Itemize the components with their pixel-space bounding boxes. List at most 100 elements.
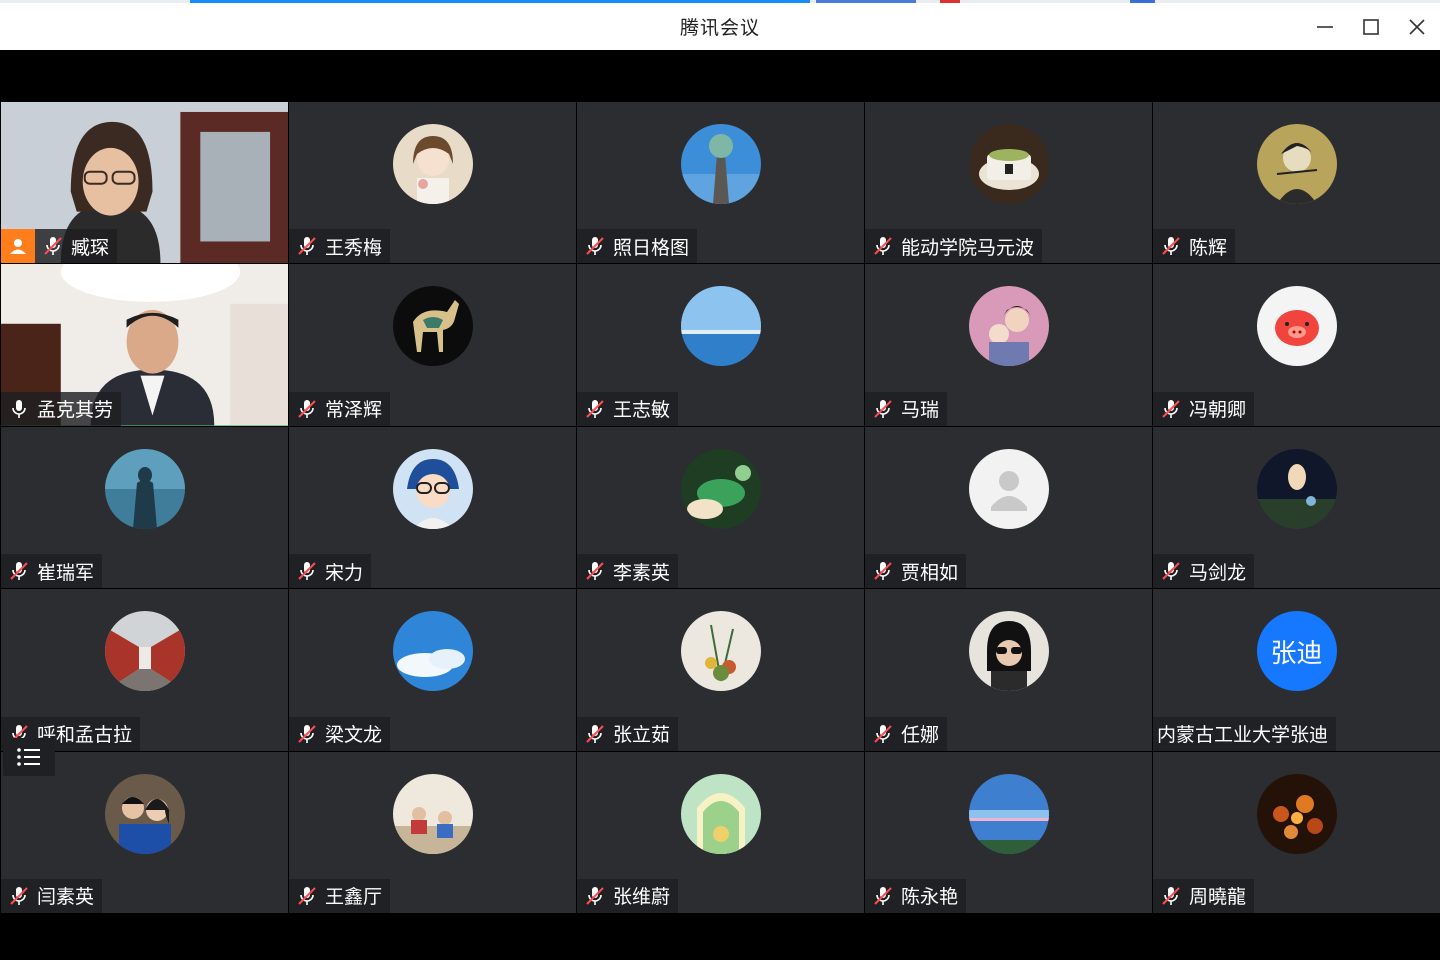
participant-tile[interactable]: 张维蔚 <box>577 751 864 913</box>
close-button[interactable] <box>1394 3 1440 50</box>
participant-name: 孟克其劳 <box>37 399 114 422</box>
participant-name: 内蒙古工业大学张迪 <box>1157 724 1329 747</box>
mic-muted-icon <box>583 559 607 583</box>
participant-tile[interactable]: 能动学院马元波 <box>865 102 1152 264</box>
mic-muted-icon <box>871 234 895 258</box>
participant-nametag: 梁文龙 <box>289 716 391 751</box>
participant-tile[interactable]: 王志敏 <box>577 264 864 426</box>
participant-tile[interactable]: 孟克其劳 <box>1 264 288 426</box>
participant-name: 常泽辉 <box>325 399 383 422</box>
member-list-toggle-button[interactable] <box>3 738 55 776</box>
participant-nametag: 陈永艳 <box>865 878 967 913</box>
participant-tile[interactable]: 张迪内蒙古工业大学张迪 <box>1153 589 1440 751</box>
participant-avatar <box>104 611 185 692</box>
mic-muted-icon <box>295 722 319 746</box>
participant-nametag: 冯朝卿 <box>1153 391 1255 426</box>
participant-avatar <box>1256 448 1337 529</box>
participant-nametag: 宋力 <box>289 554 372 589</box>
participant-tile[interactable]: 张立茹 <box>577 589 864 751</box>
participant-tile[interactable]: 臧琛 <box>1 102 288 264</box>
participant-avatar <box>968 286 1049 367</box>
participant-grid: 臧琛 王秀梅 照日格图 能动学院马元波 陈辉孟克其劳 常泽辉 王志敏 马瑞 冯朝卿崔瑞军 宋力 李素… <box>1 102 1440 913</box>
participant-tile[interactable]: 王鑫厅 <box>289 751 576 913</box>
mic-muted-icon <box>1159 884 1183 908</box>
participant-nametag: 崔瑞军 <box>1 554 103 589</box>
participant-name: 周曉龍 <box>1189 886 1247 909</box>
participant-avatar <box>1256 124 1337 204</box>
mic-muted-icon <box>295 397 319 421</box>
maximize-button[interactable] <box>1348 3 1394 50</box>
participant-nametag: 王秀梅 <box>289 229 391 264</box>
mic-muted-icon <box>1159 397 1183 421</box>
participant-tile[interactable]: 常泽辉 <box>289 264 576 426</box>
mic-muted-icon <box>871 884 895 908</box>
participant-nametag: 王志敏 <box>577 391 679 426</box>
participant-nametag: 陈辉 <box>1153 229 1236 264</box>
participant-avatar <box>968 124 1049 204</box>
participant-name: 张立茹 <box>613 724 671 747</box>
participant-tile[interactable]: 照日格图 <box>577 102 864 264</box>
participant-avatar <box>680 611 761 692</box>
participant-tile[interactable]: 王秀梅 <box>289 102 576 264</box>
participant-avatar <box>680 286 761 367</box>
participant-name: 闫素英 <box>37 886 95 909</box>
mic-muted-icon <box>583 234 607 258</box>
participant-tile[interactable]: 宋力 <box>289 426 576 589</box>
participant-tile[interactable]: 李素英 <box>577 426 864 589</box>
participant-avatar <box>104 773 185 854</box>
participant-name: 任娜 <box>901 724 940 747</box>
minimize-icon <box>1317 25 1333 28</box>
minimize-button[interactable] <box>1302 3 1348 50</box>
participant-tile[interactable]: 崔瑞军 <box>1 426 288 589</box>
participant-nametag: 张维蔚 <box>577 878 679 913</box>
mic-muted-icon <box>1159 234 1183 258</box>
participant-nametag: 闫素英 <box>1 878 103 913</box>
mic-muted-icon <box>295 884 319 908</box>
mic-muted-icon <box>7 884 31 908</box>
participant-tile[interactable]: 马剑龙 <box>1153 426 1440 589</box>
participant-nametag: 马剑龙 <box>1153 554 1255 589</box>
participant-nametag: 贾相如 <box>865 554 967 589</box>
participant-name: 冯朝卿 <box>1189 399 1247 422</box>
participant-name: 贾相如 <box>901 561 959 584</box>
participant-tile[interactable]: 陈永艳 <box>865 751 1152 913</box>
participant-name: 崔瑞军 <box>37 561 95 584</box>
participant-nametag: 照日格图 <box>577 229 698 264</box>
participant-nametag: 臧琛 <box>1 229 118 264</box>
participant-avatar <box>1256 286 1337 367</box>
participant-nametag: 常泽辉 <box>289 391 391 426</box>
participant-name: 陈辉 <box>1189 236 1228 259</box>
participant-tile[interactable]: 马瑞 <box>865 264 1152 426</box>
participant-avatar <box>392 611 473 692</box>
participant-name: 陈永艳 <box>901 886 959 909</box>
participant-name: 马瑞 <box>901 399 940 422</box>
participant-avatar <box>968 448 1049 529</box>
mic-muted-icon <box>295 559 319 583</box>
participant-tile[interactable]: 呼和孟古拉 <box>1 589 288 751</box>
title-bar: 腾讯会议 <box>0 3 1440 50</box>
participant-name: 张维蔚 <box>613 886 671 909</box>
participant-avatar <box>392 124 473 204</box>
participant-avatar <box>392 773 473 854</box>
participant-tile[interactable]: 冯朝卿 <box>1153 264 1440 426</box>
participant-avatar <box>104 448 185 529</box>
participant-tile[interactable]: 梁文龙 <box>289 589 576 751</box>
window-title: 腾讯会议 <box>679 17 760 39</box>
close-icon <box>1409 18 1425 35</box>
participant-avatar: 张迪 <box>1256 611 1337 692</box>
participant-nametag: 孟克其劳 <box>1 391 122 426</box>
mic-muted-icon <box>871 722 895 746</box>
participant-name: 李素英 <box>613 561 671 584</box>
participant-name: 梁文龙 <box>325 724 383 747</box>
participant-name: 王秀梅 <box>325 236 383 259</box>
participant-avatar <box>392 286 473 367</box>
participant-avatar <box>968 773 1049 854</box>
participant-avatar <box>968 611 1049 692</box>
participant-nametag: 内蒙古工业大学张迪 <box>1153 716 1337 751</box>
participant-avatar <box>680 773 761 854</box>
participant-tile[interactable]: 贾相如 <box>865 426 1152 589</box>
participant-tile[interactable]: 陈辉 <box>1153 102 1440 264</box>
mic-muted-icon <box>1159 559 1183 583</box>
participant-tile[interactable]: 周曉龍 <box>1153 751 1440 913</box>
participant-tile[interactable]: 任娜 <box>865 589 1152 751</box>
